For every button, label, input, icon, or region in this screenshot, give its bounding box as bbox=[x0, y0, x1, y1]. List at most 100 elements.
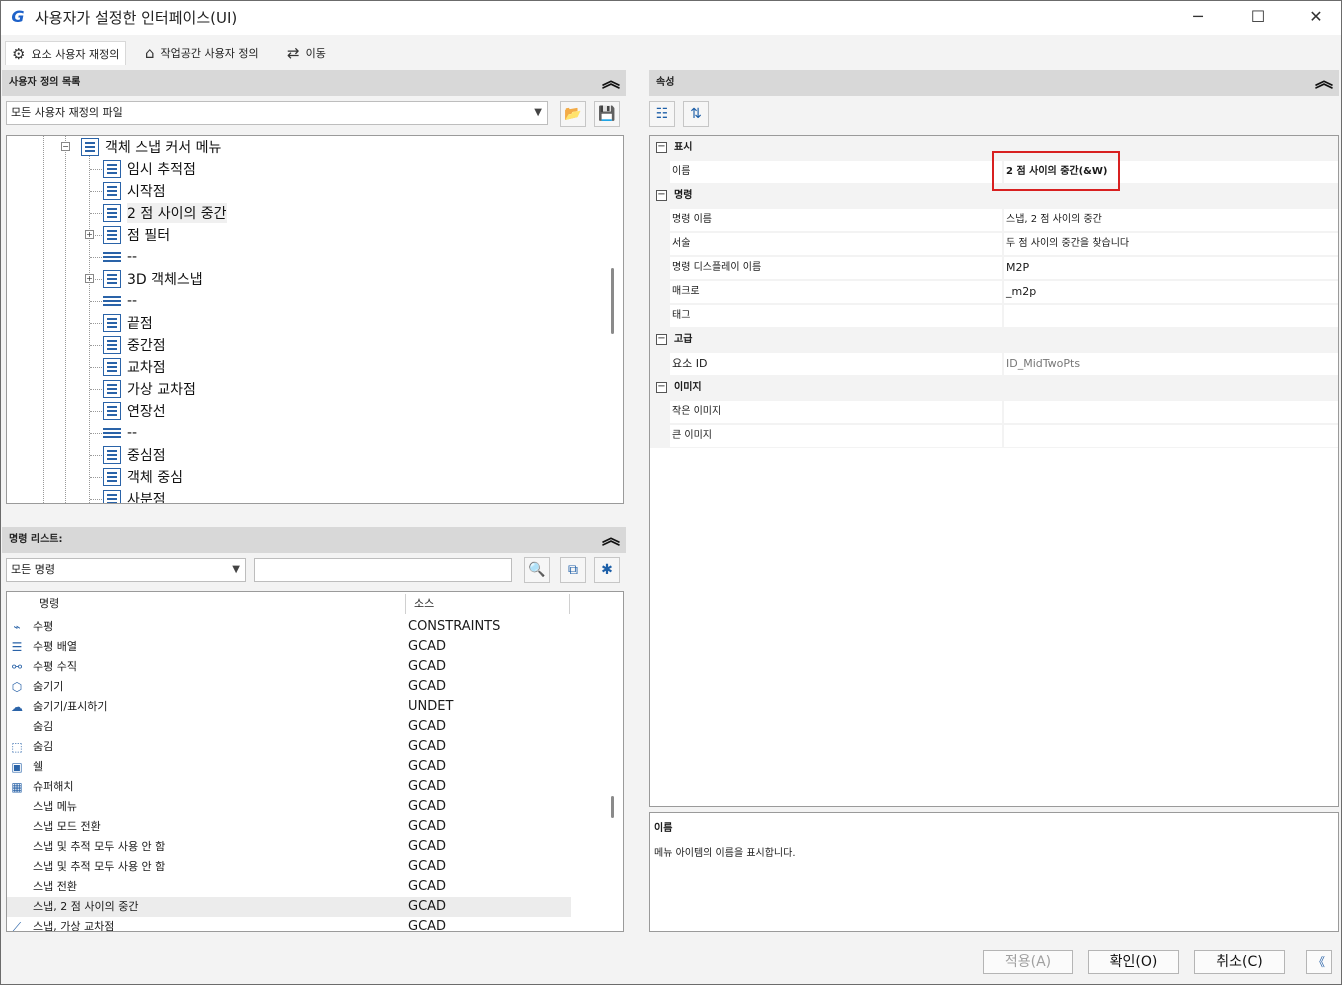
ok-button[interactable]: 확인(O) bbox=[1088, 950, 1179, 974]
property-row-small-image[interactable]: 작은 이미지 bbox=[650, 400, 1338, 424]
table-row[interactable]: ⚯ 수평 수직 GCAD bbox=[7, 657, 571, 677]
close-button[interactable]: ✕ bbox=[1293, 1, 1339, 33]
tab-workspace-customize[interactable]: ⌂ 작업공간 사용자 정의 bbox=[139, 41, 265, 65]
tree-item-label: 중간점 bbox=[127, 338, 166, 354]
table-row[interactable]: 스냅 전환 GCAD bbox=[7, 877, 571, 897]
command-icon: ☁ bbox=[11, 700, 23, 714]
property-row-description[interactable]: 서술 두 점 사이의 중간을 찾습니다 bbox=[650, 232, 1338, 256]
table-row[interactable]: ☁ 숨기기/표시하기 UNDET bbox=[7, 697, 571, 717]
table-row[interactable]: ⬚ 숨김 GCAD bbox=[7, 737, 571, 757]
property-row-command-name[interactable]: 명령 이름 스냅, 2 점 사이의 중간 bbox=[650, 208, 1338, 232]
tree-separator-item[interactable]: -- bbox=[103, 290, 137, 312]
new-command-button[interactable]: ✱ bbox=[594, 557, 620, 583]
categorized-view-button[interactable]: ☷ bbox=[649, 101, 675, 127]
column-header-source[interactable]: 소스 bbox=[414, 592, 434, 616]
tree-item[interactable]: 연장선 bbox=[103, 400, 166, 422]
table-row[interactable]: 스냅 모드 전환 GCAD bbox=[7, 817, 571, 837]
collapse-box-icon[interactable]: − bbox=[656, 190, 667, 201]
collapse-chevron-icon[interactable]: ︽ bbox=[1315, 72, 1333, 92]
tree-item[interactable]: 점 필터 bbox=[103, 224, 170, 246]
command-source-cell: GCAD bbox=[408, 819, 447, 834]
table-row[interactable]: ⬡ 숨기기 GCAD bbox=[7, 677, 571, 697]
search-button[interactable]: 🔍 bbox=[524, 557, 550, 583]
minimize-button[interactable]: ─ bbox=[1175, 1, 1221, 33]
tree-item[interactable]: 끝점 bbox=[103, 312, 153, 334]
tree-item-label: -- bbox=[127, 293, 138, 309]
tree-item[interactable]: 2 점 사이의 중간 bbox=[103, 202, 227, 224]
tree-item-label: 연장선 bbox=[127, 404, 166, 420]
collapse-box-icon[interactable]: − bbox=[656, 142, 667, 153]
command-filter-select[interactable]: 모든 명령 ▼ bbox=[6, 558, 246, 582]
table-row[interactable]: ⟋ 스냅, 가상 교차점 GCAD bbox=[7, 917, 571, 931]
expand-node-icon[interactable]: + bbox=[85, 230, 94, 239]
property-value[interactable]: M2P bbox=[1004, 257, 1338, 279]
cancel-button[interactable]: 취소(C) bbox=[1194, 950, 1285, 974]
column-separator[interactable] bbox=[569, 594, 570, 614]
tree-item[interactable]: 시작점 bbox=[103, 180, 166, 202]
tree-item[interactable]: 객체 스냅 커서 메뉴 bbox=[81, 136, 221, 158]
tab-transfer[interactable]: ⇄ 이동 bbox=[281, 41, 332, 65]
tree-item[interactable]: 교차점 bbox=[103, 356, 166, 378]
property-row-large-image[interactable]: 큰 이미지 bbox=[650, 424, 1338, 448]
table-row[interactable]: 스냅, 2 점 사이의 중간 GCAD bbox=[7, 897, 571, 917]
list-scrollbar[interactable] bbox=[611, 796, 614, 818]
customization-tree[interactable]: 객체 스냅 커서 메뉴 − 임시 추적점 시작점 2 점 사이의 중간 점 필터 + -- 3D… bbox=[6, 135, 624, 504]
property-value[interactable] bbox=[1004, 305, 1338, 327]
command-search-input[interactable] bbox=[254, 558, 512, 582]
collapse-chevron-icon[interactable]: ︽ bbox=[602, 529, 620, 549]
command-list-header[interactable]: 명령 리스트: ︽ bbox=[2, 527, 626, 553]
tree-item-label: 점 필터 bbox=[127, 228, 171, 244]
file-select-value: 모든 사용자 재정의 파일 bbox=[11, 106, 123, 119]
property-value[interactable]: 스냅, 2 점 사이의 중간 bbox=[1004, 209, 1338, 231]
tree-separator-item[interactable]: -- bbox=[103, 422, 137, 444]
save-file-button[interactable]: 💾 bbox=[594, 101, 620, 127]
tree-item[interactable]: 가상 교차점 bbox=[103, 378, 196, 400]
tree-scrollbar[interactable] bbox=[611, 268, 614, 334]
tree-item[interactable]: 임시 추적점 bbox=[103, 158, 196, 180]
transfer-icon: ⇄ bbox=[287, 44, 300, 62]
property-value[interactable] bbox=[1004, 425, 1338, 447]
category-advanced[interactable]: − 고급 bbox=[650, 328, 1338, 352]
collapse-chevron-icon[interactable]: ︽ bbox=[602, 72, 620, 92]
table-row[interactable]: ☰ 수평 배열 GCAD bbox=[7, 637, 571, 657]
properties-header[interactable]: 속성 ︽ bbox=[649, 70, 1339, 96]
collapse-node-icon[interactable]: − bbox=[61, 142, 70, 151]
tab-element-customize[interactable]: ⚙ 요소 사용자 재정의 bbox=[5, 41, 127, 65]
table-row[interactable]: ⌁ 수평 CONSTRAINTS bbox=[7, 617, 571, 637]
command-list[interactable]: 명령 소스 ⌁ 수평 CONSTRAINTS ☰ 수평 배열 GCAD ⚯ 수평 수직 GCAD… bbox=[6, 591, 624, 932]
customization-file-select[interactable]: 모든 사용자 재정의 파일 ▼ bbox=[6, 101, 548, 125]
tree-item[interactable]: 중심점 bbox=[103, 444, 166, 466]
column-header-command[interactable]: 명령 bbox=[39, 592, 59, 616]
property-row-macro[interactable]: 매크로 _m2p bbox=[650, 280, 1338, 304]
table-row[interactable]: 스냅 메뉴 GCAD bbox=[7, 797, 571, 817]
collapse-panel-button[interactable]: 《 bbox=[1306, 950, 1332, 974]
table-row[interactable]: 숨김 GCAD bbox=[7, 717, 571, 737]
sort-az-button[interactable]: ⇅ bbox=[683, 101, 709, 127]
tree-item[interactable]: 객체 중심 bbox=[103, 466, 183, 488]
property-value[interactable]: 두 점 사이의 중간을 찾습니다 bbox=[1004, 233, 1338, 255]
property-row-tag[interactable]: 태그 bbox=[650, 304, 1338, 328]
table-row[interactable]: 스냅 및 추적 모두 사용 안 함 GCAD bbox=[7, 837, 571, 857]
property-value[interactable]: _m2p bbox=[1004, 281, 1338, 303]
custom-list-header[interactable]: 사용자 정의 목록 ︽ bbox=[2, 70, 626, 96]
property-row-element-id[interactable]: 요소 ID ID_MidTwoPts bbox=[650, 352, 1338, 376]
collapse-box-icon[interactable]: − bbox=[656, 334, 667, 345]
find-in-tree-button[interactable]: ⧉ bbox=[560, 557, 586, 583]
collapse-box-icon[interactable]: − bbox=[656, 382, 667, 393]
description-panel: 이름 메뉴 아이템의 이름을 표시합니다. bbox=[649, 812, 1339, 932]
apply-button[interactable]: 적용(A) bbox=[983, 950, 1073, 974]
table-row[interactable]: ▣ 쉘 GCAD bbox=[7, 757, 571, 777]
tree-separator-item[interactable]: -- bbox=[103, 246, 137, 268]
table-row[interactable]: 스냅 및 추적 모두 사용 안 함 GCAD bbox=[7, 857, 571, 877]
expand-node-icon[interactable]: + bbox=[85, 274, 94, 283]
tree-item[interactable]: 사분점 bbox=[103, 488, 166, 503]
property-row-command-display[interactable]: 명령 디스플레이 이름 M2P bbox=[650, 256, 1338, 280]
tree-item[interactable]: 3D 객체스냅 bbox=[103, 268, 203, 290]
property-value[interactable] bbox=[1004, 401, 1338, 423]
maximize-button[interactable]: ☐ bbox=[1235, 1, 1281, 33]
category-image[interactable]: − 이미지 bbox=[650, 376, 1338, 400]
open-file-button[interactable]: 📂 bbox=[560, 101, 586, 127]
tree-item[interactable]: 중간점 bbox=[103, 334, 166, 356]
table-row[interactable]: ▦ 슈퍼해치 GCAD bbox=[7, 777, 571, 797]
column-separator[interactable] bbox=[405, 594, 406, 614]
